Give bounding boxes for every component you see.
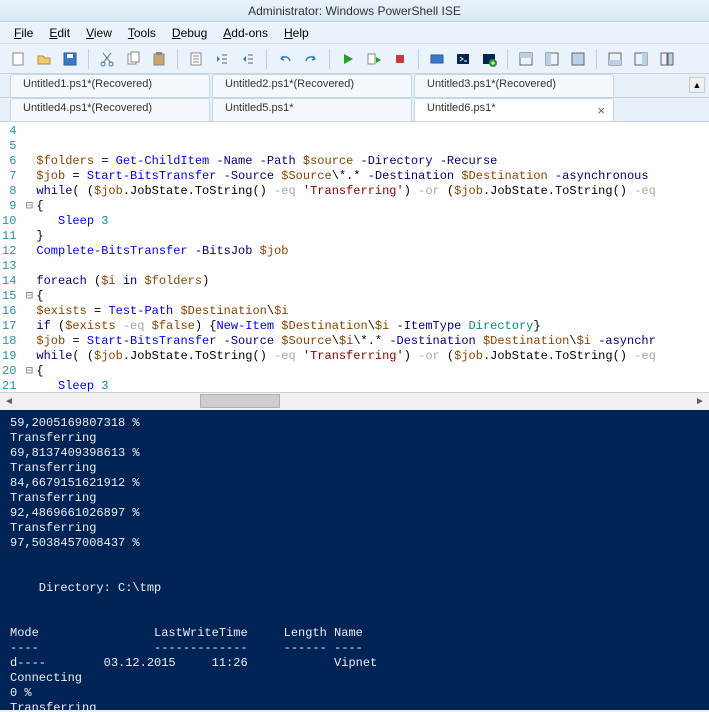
redo-icon[interactable]: [299, 47, 323, 71]
window-titlebar: Administrator: Windows PowerShell ISE: [0, 0, 709, 22]
remote-icon[interactable]: [425, 47, 449, 71]
layout2-icon[interactable]: [540, 47, 564, 71]
scroll-left-icon[interactable]: ◄: [0, 393, 18, 411]
close-icon[interactable]: ×: [597, 103, 605, 118]
code-editor[interactable]: 456789101112131415161718192021222324 $fo…: [0, 122, 709, 392]
menu-edit[interactable]: Edit: [43, 24, 76, 42]
tab-untitled3[interactable]: Untitled3.ps1*(Recovered): [414, 74, 614, 97]
tab-scroll-up-icon[interactable]: ▲: [689, 77, 705, 93]
menu-tools[interactable]: Tools: [122, 24, 162, 42]
new-remote-icon[interactable]: [477, 47, 501, 71]
console-pane[interactable]: 59,2005169807318 % Transferring 69,81374…: [0, 410, 709, 710]
indent-icon[interactable]: [236, 47, 260, 71]
menu-debug[interactable]: Debug: [166, 24, 213, 42]
tab-label: Untitled1.ps1*(Recovered): [23, 78, 152, 90]
run-selection-icon[interactable]: [362, 47, 386, 71]
paste-icon[interactable]: [147, 47, 171, 71]
tab-untitled5[interactable]: Untitled5.ps1*: [212, 98, 412, 121]
show-command-icon[interactable]: [655, 47, 679, 71]
powershell-icon[interactable]: [451, 47, 475, 71]
outdent-icon[interactable]: [210, 47, 234, 71]
tab-label: Untitled6.ps1*: [427, 102, 496, 114]
line-number-gutter: 456789101112131415161718192021222324: [0, 122, 22, 392]
cut-icon[interactable]: [95, 47, 119, 71]
stop-icon[interactable]: [388, 47, 412, 71]
window-title: Administrator: Windows PowerShell ISE: [248, 4, 461, 18]
menu-file[interactable]: File: [8, 24, 39, 42]
tab-untitled4[interactable]: Untitled4.ps1*(Recovered): [10, 98, 210, 121]
menu-addons[interactable]: Add-ons: [217, 24, 274, 42]
clear-icon[interactable]: [184, 47, 208, 71]
tab-untitled2[interactable]: Untitled2.ps1*(Recovered): [212, 74, 412, 97]
scroll-right-icon[interactable]: ►: [691, 393, 709, 411]
tab-untitled1[interactable]: Untitled1.ps1*(Recovered): [10, 74, 210, 97]
toolbar: [0, 44, 709, 74]
scroll-thumb[interactable]: [200, 394, 280, 408]
new-icon[interactable]: [6, 47, 30, 71]
command-addon-icon[interactable]: [629, 47, 653, 71]
menubar: File Edit View Tools Debug Add-ons Help: [0, 22, 709, 44]
tab-untitled6[interactable]: Untitled6.ps1* ×: [414, 98, 614, 121]
run-icon[interactable]: [336, 47, 360, 71]
script-pane-icon[interactable]: [603, 47, 627, 71]
horizontal-scrollbar[interactable]: ◄ ►: [0, 392, 709, 410]
tab-row-2: Untitled4.ps1*(Recovered) Untitled5.ps1*…: [0, 98, 709, 122]
copy-icon[interactable]: [121, 47, 145, 71]
tab-label: Untitled4.ps1*(Recovered): [23, 102, 152, 114]
layout3-icon[interactable]: [566, 47, 590, 71]
code-area[interactable]: $folders = Get-ChildItem -Name -Path $so…: [22, 122, 709, 392]
tab-label: Untitled5.ps1*: [225, 102, 294, 114]
save-icon[interactable]: [58, 47, 82, 71]
undo-icon[interactable]: [273, 47, 297, 71]
menu-help[interactable]: Help: [278, 24, 315, 42]
tab-row-1: Untitled1.ps1*(Recovered) Untitled2.ps1*…: [0, 74, 709, 98]
open-icon[interactable]: [32, 47, 56, 71]
tab-label: Untitled2.ps1*(Recovered): [225, 78, 354, 90]
tab-label: Untitled3.ps1*(Recovered): [427, 78, 556, 90]
layout1-icon[interactable]: [514, 47, 538, 71]
menu-view[interactable]: View: [80, 24, 118, 42]
